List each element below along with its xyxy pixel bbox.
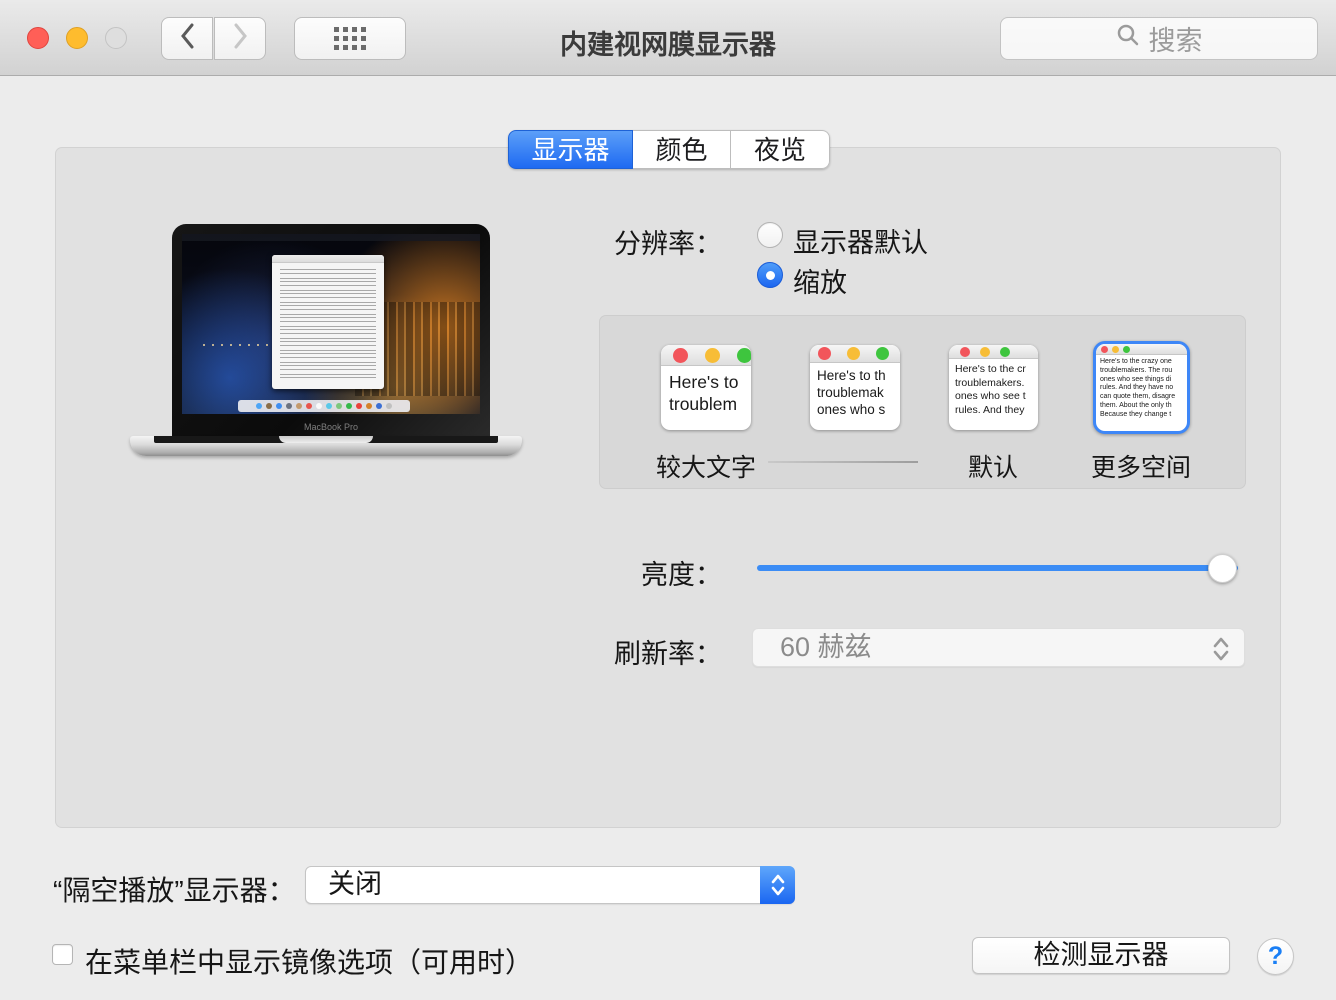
dropdown-arrows-button[interactable] <box>760 866 795 904</box>
thumb-titlebar <box>949 345 1038 359</box>
scaling-separator-line <box>768 461 918 463</box>
mini-document-window <box>272 255 384 389</box>
macbook-trackpad-notch <box>279 436 373 443</box>
thumb-preview-text: Here's to troublem <box>661 366 751 415</box>
search-input[interactable]: 搜索 <box>1000 17 1318 60</box>
detect-displays-button[interactable]: 检测显示器 <box>972 937 1230 974</box>
title-bar: 内建视网膜显示器 搜索 <box>0 0 1336 76</box>
thumb-preview-text: Here's to the cr troublemakers. ones who… <box>949 359 1038 417</box>
show-mirroring-options-label[interactable]: 在菜单栏中显示镜像选项（可用时） <box>85 941 533 981</box>
refresh-rate-dropdown[interactable]: 60 赫兹 <box>752 628 1245 667</box>
tab-night-shift[interactable]: 夜览 <box>731 130 830 169</box>
system-preferences-display-window: { "titlebar": { "title": "内建视网膜显示器", "se… <box>0 0 1336 1000</box>
scaling-options-panel: Here's to troublem Here's to th troublem… <box>599 315 1246 489</box>
airplay-display-value: 关闭 <box>328 869 382 899</box>
thumb-preview-text: Here's to th troublemak ones who s <box>810 363 900 418</box>
brightness-slider-knob[interactable] <box>1208 554 1237 583</box>
mini-dock <box>238 400 410 412</box>
radio-scaled-label[interactable]: 缩放 <box>793 261 847 300</box>
scaling-label-default: 默认 <box>913 448 1073 484</box>
tab-color[interactable]: 颜色 <box>633 130 731 169</box>
tab-bar: 显示器 颜色 夜览 <box>508 130 830 169</box>
scaling-option-2[interactable]: Here's to th troublemak ones who s <box>810 345 900 430</box>
search-placeholder: 搜索 <box>1149 19 1203 58</box>
help-button[interactable]: ? <box>1257 938 1294 975</box>
airplay-display-label: “隔空播放”显示器： <box>53 869 296 909</box>
search-icon <box>1116 23 1140 54</box>
thumb-preview-text: Here's to the crazy one troublemakers. T… <box>1096 355 1187 420</box>
macbook-base <box>130 436 522 456</box>
mini-document-text-lines <box>280 269 376 381</box>
radio-scaled[interactable] <box>757 262 783 288</box>
scaling-option-default[interactable]: Here's to the cr troublemakers. ones who… <box>949 345 1038 430</box>
thumb-titlebar <box>810 345 900 363</box>
macbook-screen: MacBook Pro <box>172 224 490 436</box>
scaling-label-larger-text: 较大文字 <box>626 448 786 484</box>
brightness-label: 亮度： <box>512 553 722 592</box>
show-mirroring-options-checkbox[interactable] <box>52 944 73 965</box>
scaling-label-more-space: 更多空间 <box>1061 448 1221 484</box>
thumb-titlebar <box>661 345 751 366</box>
resolution-label: 分辨率： <box>512 222 722 261</box>
updown-chevron-icon <box>1211 635 1231 663</box>
macbook-brand-label: MacBook Pro <box>172 422 490 432</box>
radio-default-for-display-label[interactable]: 显示器默认 <box>793 221 928 260</box>
macbook-display-illustration: MacBook Pro <box>130 222 522 456</box>
mini-document-titlebar <box>272 255 384 263</box>
tab-display[interactable]: 显示器 <box>508 130 633 169</box>
refresh-rate-label: 刷新率： <box>512 632 722 671</box>
thumb-titlebar <box>1096 344 1187 355</box>
radio-default-for-display[interactable] <box>757 222 783 248</box>
macbook-wallpaper <box>182 234 480 414</box>
airplay-display-dropdown[interactable]: 关闭 <box>305 866 795 904</box>
mini-menu-bar <box>182 234 480 241</box>
scaling-option-more-space-selected[interactable]: Here's to the crazy one troublemakers. T… <box>1093 341 1190 434</box>
refresh-rate-value: 60 赫兹 <box>780 632 872 662</box>
scaling-option-larger-text[interactable]: Here's to troublem <box>661 345 751 430</box>
updown-chevron-icon <box>769 872 787 898</box>
brightness-slider-track[interactable] <box>757 565 1238 571</box>
